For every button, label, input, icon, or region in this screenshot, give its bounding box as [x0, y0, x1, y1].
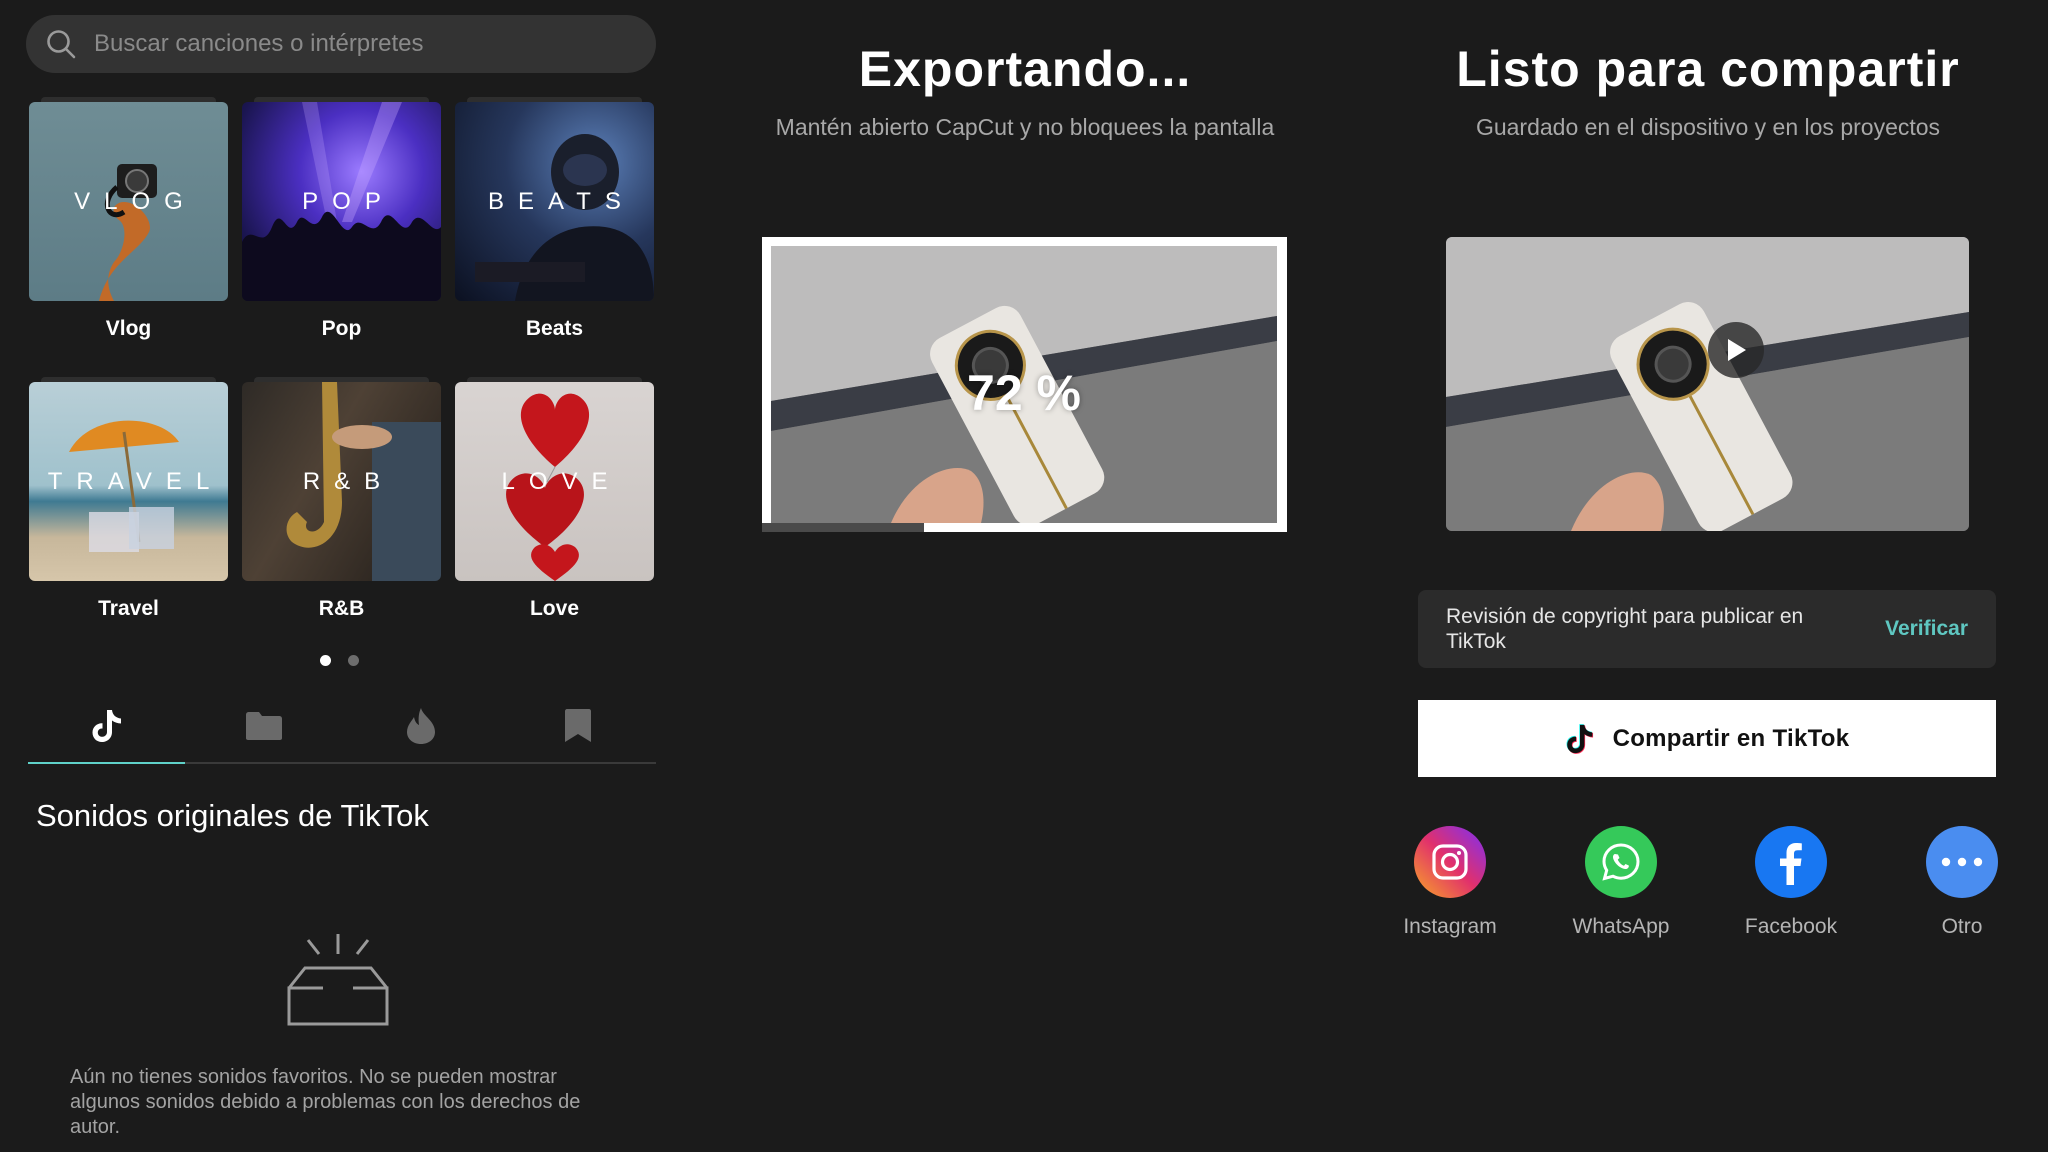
export-percent: 72 %	[967, 365, 1081, 421]
genre-word: VLOG	[74, 187, 197, 215]
more-icon	[1926, 826, 1998, 898]
search-bar[interactable]	[26, 15, 656, 73]
empty-state-illustration	[283, 932, 393, 1033]
ready-title: Listo para compartir	[1456, 41, 1960, 97]
share-other[interactable]: Otro	[1897, 826, 2027, 939]
share-facebook[interactable]: Facebook	[1726, 826, 1856, 939]
genre-tile-beats[interactable]: BEATS Beats	[455, 97, 654, 341]
export-progress-remaining	[762, 523, 924, 532]
copyright-check-card: Revisión de copyright para publicar en T…	[1418, 590, 1996, 668]
share-whatsapp[interactable]: WhatsApp	[1556, 826, 1686, 939]
genre-tile-love[interactable]: LOVE Love	[455, 377, 654, 621]
export-progress-frame: 72 %	[762, 237, 1287, 532]
bookmark-icon	[564, 709, 591, 742]
empty-state-message: Aún no tienes sonidos favoritos. No se p…	[70, 1066, 581, 1138]
genre-word: R&B	[302, 467, 395, 495]
tab-saved[interactable]	[499, 690, 656, 762]
page-dot-active[interactable]	[320, 655, 331, 666]
share-tiktok-button[interactable]: Compartir en TikTok	[1418, 700, 1996, 777]
play-button[interactable]	[1708, 322, 1764, 378]
genre-label: Beats	[525, 317, 584, 340]
phone-photo	[1446, 237, 1969, 531]
export-title: Exportando...	[858, 41, 1192, 97]
video-preview[interactable]	[1446, 237, 1969, 531]
tab-trending[interactable]	[342, 690, 499, 762]
page-dot[interactable]	[348, 655, 359, 666]
play-icon	[1728, 339, 1746, 361]
instagram-icon	[1414, 826, 1486, 898]
ready-subtitle: Guardado en el dispositivo y en los proy…	[1475, 114, 1941, 140]
genre-artwork: TRAVEL	[29, 382, 228, 581]
genre-word: POP	[302, 187, 395, 215]
whatsapp-icon	[1585, 826, 1657, 898]
genre-label: Pop	[321, 317, 362, 340]
tiktok-icon	[92, 710, 121, 742]
export-subtitle: Mantén abierto CapCut y no bloquees la p…	[775, 114, 1275, 140]
genre-artwork: POP	[242, 102, 441, 301]
section-title: Sonidos originales de TikTok	[36, 798, 429, 833]
genre-label: Love	[529, 597, 579, 620]
share-option-label: Otro	[1941, 915, 1983, 938]
genre-artwork: LOVE	[455, 382, 654, 581]
folder-icon	[245, 712, 282, 740]
genre-artwork: VLOG	[29, 102, 228, 301]
tiktok-icon	[1566, 723, 1593, 754]
export-video-thumbnail: 72 %	[771, 246, 1277, 523]
page-indicator	[320, 655, 359, 666]
search-input[interactable]	[92, 29, 636, 59]
genre-tile-travel[interactable]: TRAVEL Travel	[29, 377, 228, 621]
genre-tile-vlog[interactable]: VLOG Vlog	[29, 97, 228, 341]
share-option-label: Instagram	[1403, 915, 1497, 938]
tab-tiktok[interactable]	[28, 690, 185, 762]
share-option-label: Facebook	[1744, 915, 1838, 938]
share-instagram[interactable]: Instagram	[1385, 826, 1515, 939]
empty-box-icon	[287, 934, 389, 1026]
tab-folder[interactable]	[185, 690, 342, 762]
copyright-text: Revisión de copyright para publicar en T…	[1446, 605, 1804, 653]
verify-button[interactable]: Verificar	[1885, 617, 1968, 641]
genre-label: Travel	[98, 597, 159, 620]
genre-artwork: R&B	[242, 382, 441, 581]
share-tiktok-label: Compartir en TikTok	[1612, 724, 1850, 752]
genre-word: LOVE	[501, 467, 622, 495]
search-icon	[47, 30, 76, 59]
genre-artwork: BEATS	[455, 102, 654, 301]
share-option-label: WhatsApp	[1572, 915, 1670, 938]
flame-icon	[406, 708, 435, 744]
active-tab-indicator	[28, 762, 185, 764]
sound-tabs	[28, 690, 656, 764]
genre-tile-pop[interactable]: POP Pop	[242, 97, 441, 341]
genre-tile-rnb[interactable]: R&B R&B	[242, 377, 441, 621]
genre-word: BEATS	[488, 187, 635, 215]
facebook-icon	[1755, 826, 1827, 898]
genre-label: R&B	[318, 597, 365, 620]
genre-label: Vlog	[105, 317, 152, 340]
genre-word: TRAVEL	[47, 467, 224, 495]
